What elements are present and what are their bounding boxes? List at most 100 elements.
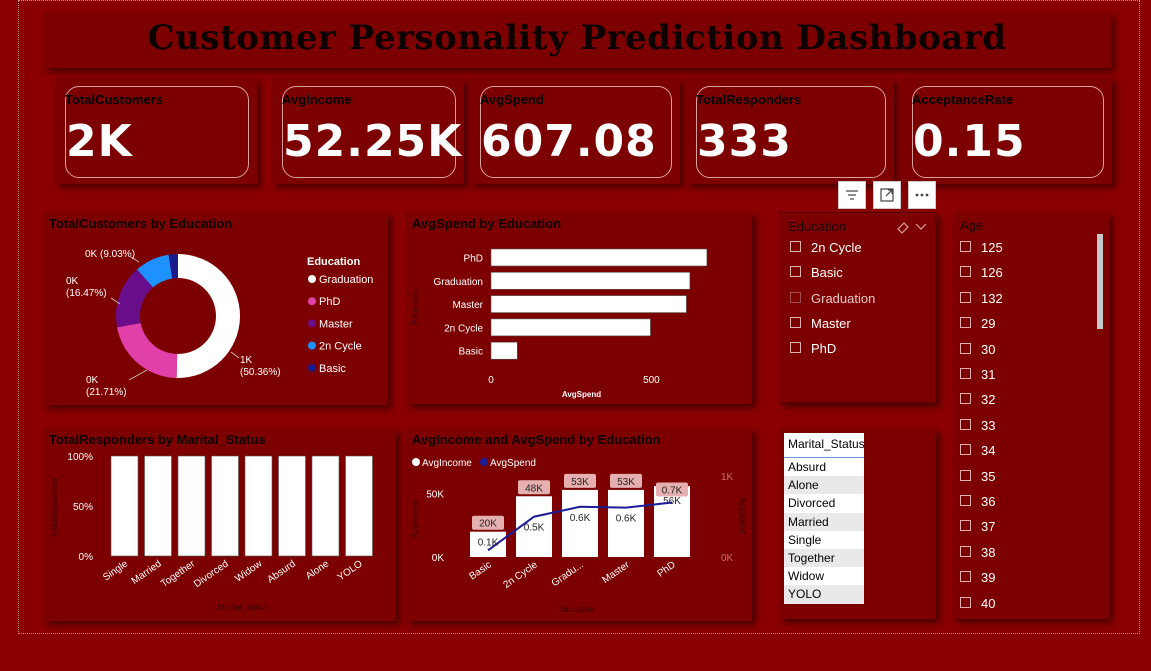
y2-tick-label: 1K	[721, 472, 734, 483]
kpi-card-total-responders[interactable]: TotalResponders 333	[686, 78, 894, 184]
legend-item[interactable]: 2n Cycle	[319, 341, 362, 353]
avgspend-bar-chart[interactable]: PhD Graduation Master 2n Cycle Basic 0 500 AvgS…	[406, 212, 752, 404]
kpi-label: TotalCustomers	[65, 92, 163, 107]
checkbox[interactable]	[960, 469, 971, 481]
checkbox[interactable]	[960, 368, 971, 379]
checkbox[interactable]	[960, 444, 971, 456]
bar[interactable]	[490, 341, 518, 360]
slicer-item-label: 126	[981, 265, 1003, 281]
filter-button[interactable]	[838, 181, 866, 209]
marital-status-table[interactable]: Marital_Status Absurd Alone Divorced Marrie…	[784, 433, 865, 604]
checkbox[interactable]	[960, 291, 971, 303]
checkbox[interactable]	[960, 317, 971, 329]
y-tick-label: 50K	[426, 490, 444, 501]
kpi-card-avg-income[interactable]: AvgIncome 52.25K	[272, 78, 464, 184]
donut-slice[interactable]	[117, 322, 178, 378]
more-options-button[interactable]	[908, 181, 936, 209]
category-label: Single	[101, 558, 130, 583]
table-row[interactable]: YOLO	[784, 585, 864, 604]
bar[interactable]	[244, 455, 273, 557]
avgspend-bar-panel: AvgSpend by Education PhD Graduation Maste…	[406, 212, 752, 404]
checkbox[interactable]	[790, 342, 801, 354]
bar[interactable]	[211, 455, 239, 557]
chevron-down-icon[interactable]	[914, 219, 928, 233]
checkbox[interactable]	[960, 545, 971, 557]
table-row[interactable]: Married	[784, 512, 864, 531]
legend-item[interactable]: AvgIncome	[422, 458, 472, 469]
focus-mode-icon	[880, 188, 894, 202]
table-row[interactable]: Alone	[784, 476, 864, 495]
checkbox[interactable]	[960, 342, 971, 354]
legend-item[interactable]: Graduation	[319, 274, 373, 286]
checkbox[interactable]	[790, 316, 801, 328]
line-data-label: 0.7K	[662, 485, 683, 496]
donut-chart[interactable]: 1K (50.36%) 0K (21.71%) 0K (16.47%) 0K (9.03%)…	[43, 212, 388, 405]
slicer-item-label: 38	[981, 544, 996, 560]
legend-item[interactable]: PhD	[319, 296, 340, 308]
y-axis-label: Education	[411, 289, 420, 325]
slicer-item-label: 29	[981, 316, 996, 332]
checkbox[interactable]	[790, 291, 801, 303]
table-row[interactable]: Together	[784, 548, 864, 568]
scrollbar-thumb[interactable]	[1097, 234, 1103, 329]
legend-item[interactable]: Master	[319, 318, 353, 330]
checkbox[interactable]	[960, 266, 971, 278]
legend-item[interactable]: AvgSpend	[490, 458, 536, 469]
checkbox[interactable]	[960, 241, 971, 252]
category-label: Alone	[304, 558, 332, 582]
eraser-icon[interactable]	[895, 220, 911, 234]
line-data-label: 0.6K	[616, 514, 637, 525]
x-tick-label: 500	[643, 375, 660, 386]
checkbox[interactable]	[960, 596, 971, 608]
donut-slice[interactable]	[176, 254, 240, 378]
bar[interactable]	[177, 455, 206, 557]
focus-mode-button[interactable]	[873, 181, 901, 209]
bar[interactable]	[278, 455, 306, 557]
bar-data-label: 56K	[663, 496, 681, 507]
bar[interactable]	[490, 271, 691, 290]
kpi-card-total-customers[interactable]: TotalCustomers 2K	[55, 78, 257, 184]
leader-line	[128, 369, 148, 381]
kpi-value: 2K	[66, 116, 133, 167]
table-row[interactable]: Absurd	[784, 458, 864, 476]
slicer-item-label: 35	[981, 468, 996, 484]
checkbox[interactable]	[960, 495, 971, 506]
bar[interactable]	[311, 455, 340, 557]
kpi-card-acceptance-rate[interactable]: AcceptanceRate 0.15	[902, 78, 1112, 184]
table-row[interactable]: Divorced	[784, 494, 864, 512]
slicer-item-label: 30	[981, 341, 996, 357]
x-tick-label: 0	[488, 375, 494, 386]
checkbox[interactable]	[960, 571, 971, 583]
data-label: 0K (9.03%)	[85, 249, 135, 260]
bar[interactable]	[144, 455, 172, 557]
table-row[interactable]: Widow	[784, 567, 864, 585]
responders-bar-chart[interactable]: 0% 50% 100% Single MarriedTogetherDivorced Wi…	[43, 428, 396, 621]
x-axis-label: AvgSpend	[562, 390, 601, 399]
checkbox[interactable]	[960, 418, 971, 430]
kpi-label: AcceptanceRate	[912, 92, 1014, 107]
bar[interactable]	[490, 318, 651, 337]
legend-item[interactable]: Basic	[319, 363, 346, 375]
legend-marker	[308, 319, 316, 328]
legend-marker	[308, 275, 316, 283]
kpi-label: TotalResponders	[696, 92, 802, 107]
slicer-item-label: 39	[981, 570, 996, 586]
y2-tick-label: 0K	[721, 553, 734, 564]
bar[interactable]	[490, 248, 708, 267]
checkbox[interactable]	[790, 266, 801, 278]
kpi-card-avg-spend[interactable]: AvgSpend 607.08	[470, 78, 680, 184]
slicer-item-label: 125	[981, 240, 1003, 255]
bar[interactable]	[345, 455, 373, 557]
y-axis-label: AvgIncome	[411, 498, 420, 538]
checkbox[interactable]	[960, 393, 971, 405]
category-label: Basic	[459, 347, 483, 358]
checkbox[interactable]	[790, 241, 801, 252]
bar[interactable]	[490, 295, 687, 313]
table-header[interactable]: Marital_Status	[784, 433, 865, 458]
checkbox[interactable]	[960, 520, 971, 532]
table-row[interactable]: Single	[784, 531, 864, 549]
bar[interactable]	[110, 455, 139, 557]
income-spend-combo-chart[interactable]: AvgIncome AvgSpend 0K 50K 0K 1K Basic 20K 2n Cyc…	[406, 428, 752, 621]
legend-marker	[412, 458, 420, 466]
category-label: 2n Cycle	[444, 323, 483, 334]
